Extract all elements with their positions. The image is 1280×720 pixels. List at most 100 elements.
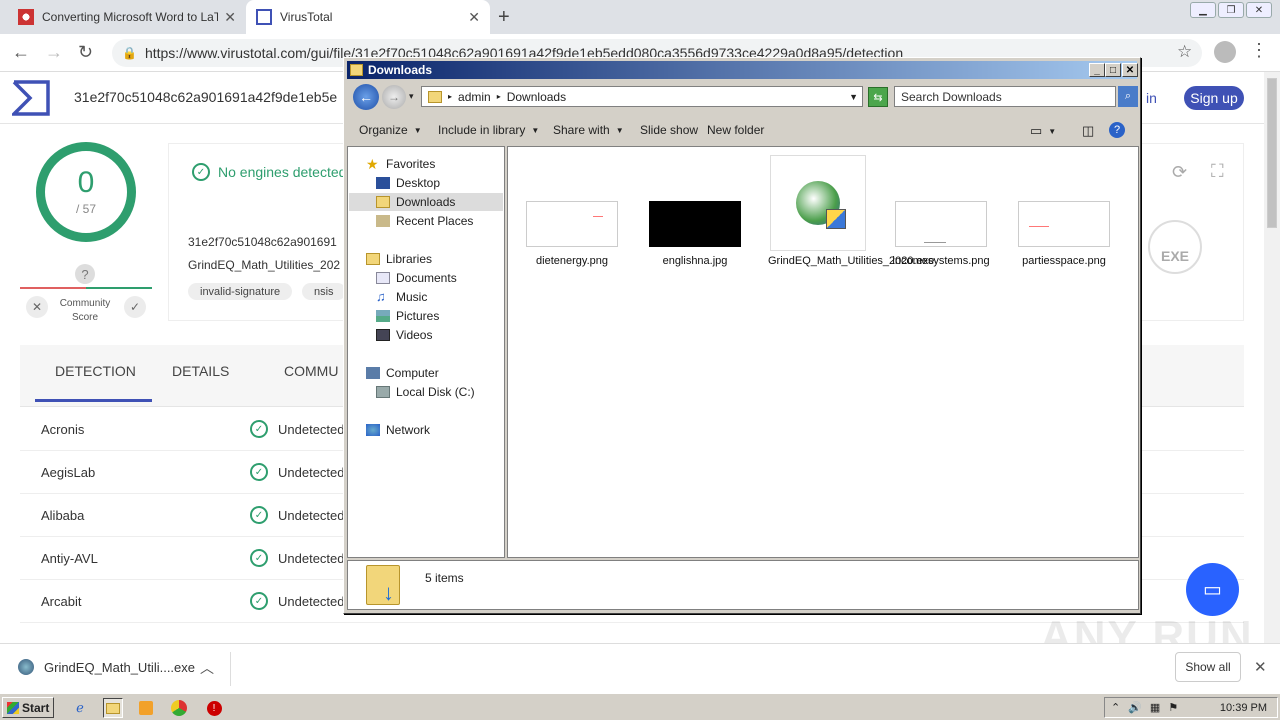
share-with-button[interactable]: Share with ▼ xyxy=(553,123,624,137)
sidebar-item-favorites[interactable]: ★ Favorites xyxy=(366,155,435,173)
page-scrollbar[interactable] xyxy=(1264,72,1280,643)
chevron-down-icon[interactable]: ▼ xyxy=(849,92,858,102)
tab-details[interactable]: DETAILS xyxy=(172,363,229,379)
chrome-icon[interactable] xyxy=(169,698,189,718)
file-item[interactable]: partiesspace.png xyxy=(1014,201,1114,267)
slide-show-button[interactable]: Slide show xyxy=(640,123,698,137)
breadcrumb-downloads[interactable]: Downloads xyxy=(507,90,566,104)
sidebar-item-network[interactable]: Network xyxy=(366,421,430,439)
chevron-right-icon[interactable]: ▸ xyxy=(448,92,452,101)
chevron-up-icon[interactable]: ︿ xyxy=(200,658,214,678)
help-icon[interactable]: ? xyxy=(1109,122,1125,138)
reanalyze-icon[interactable]: ⟳ xyxy=(1172,162,1187,183)
downloads-folder-icon xyxy=(376,196,390,208)
maximize-icon[interactable]: □ xyxy=(1105,63,1121,77)
search-hash[interactable]: 31e2f70c51048c62a901691a42f9de1eb5e xyxy=(74,89,337,105)
engine-name: AegisLab xyxy=(41,465,96,480)
new-tab-button[interactable]: + xyxy=(498,6,510,29)
sign-up-button[interactable]: Sign up xyxy=(1184,86,1244,110)
graph-icon[interactable]: ⛶ xyxy=(1211,161,1224,182)
sidebar-item-desktop[interactable]: Desktop xyxy=(376,174,440,192)
sidebar-item-videos[interactable]: Videos xyxy=(376,326,432,344)
nav-label: Pictures xyxy=(396,309,440,323)
file-item[interactable]: GrindEQ_Math_Utilities_2020.exe xyxy=(768,155,934,267)
menu-icon[interactable]: ⋮ xyxy=(1250,40,1268,61)
sidebar-item-documents[interactable]: Documents xyxy=(376,269,457,287)
virustotal-logo-icon[interactable] xyxy=(12,80,50,116)
vote-harmless-icon[interactable]: ✓ xyxy=(124,296,146,318)
breadcrumb[interactable]: ▸ admin ▸ Downloads ▼ xyxy=(421,86,863,107)
search-placeholder: Search Downloads xyxy=(901,89,1002,104)
tab-converting-word[interactable]: Converting Microsoft Word to LaTeX ✕ xyxy=(8,0,246,34)
minimize-icon[interactable]: _ xyxy=(1089,63,1105,77)
tray-expand-icon[interactable]: ⌃ xyxy=(1111,701,1120,714)
sidebar-item-downloads[interactable]: Downloads xyxy=(349,193,503,211)
engine-status: Undetected xyxy=(278,551,345,566)
close-icon[interactable]: ✕ xyxy=(1246,2,1272,18)
include-in-library-button[interactable]: Include in library ▼ xyxy=(438,123,539,137)
explorer-address-row: ← → ▾ ▸ admin ▸ Downloads ▼ ⇆ Search Dow… xyxy=(347,81,1139,113)
back-arrow-icon[interactable]: ← xyxy=(353,84,379,110)
new-folder-button[interactable]: New folder xyxy=(707,123,764,137)
view-icon[interactable]: ▭ ▼ xyxy=(1030,123,1056,139)
tab-community[interactable]: COMMU xyxy=(284,363,338,379)
tab-detection[interactable]: DETECTION xyxy=(55,363,136,379)
volume-icon[interactable]: 🔊 xyxy=(1128,701,1142,714)
close-icon[interactable]: ✕ xyxy=(1254,658,1267,676)
tag-invalid-signature[interactable]: invalid-signature xyxy=(188,283,293,300)
sidebar-item-pictures[interactable]: Pictures xyxy=(376,307,439,325)
stop-icon[interactable]: ! xyxy=(204,698,224,718)
active-tab-indicator xyxy=(35,399,152,402)
clock: 10:39 PM xyxy=(1219,701,1267,714)
check-circle-icon: ✓ xyxy=(250,549,268,567)
start-button[interactable]: Start xyxy=(2,697,54,718)
download-item[interactable]: GrindEQ_Math_Utili....exe xyxy=(18,659,195,675)
file-list: dietenergy.png englishna.jpg GrindEQ_Mat… xyxy=(507,146,1139,558)
history-dropdown-icon[interactable]: ▾ xyxy=(409,91,414,102)
internet-explorer-icon[interactable]: ℯ xyxy=(70,698,90,718)
media-player-icon[interactable] xyxy=(136,698,156,718)
profile-avatar[interactable] xyxy=(1214,41,1236,63)
chat-icon[interactable]: ▭ xyxy=(1186,563,1239,616)
file-item[interactable]: englishna.jpg xyxy=(645,201,745,267)
desktop-icon xyxy=(376,177,390,189)
scrollbar-thumb[interactable] xyxy=(1267,78,1277,228)
forward-arrow-icon[interactable]: → xyxy=(382,85,406,109)
breadcrumb-admin[interactable]: admin xyxy=(458,90,491,104)
tag-nsis[interactable]: nsis xyxy=(302,283,346,300)
sidebar-item-libraries[interactable]: Libraries xyxy=(366,250,432,268)
refresh-icon[interactable]: ⇆ xyxy=(868,87,888,107)
sidebar-item-local-disk[interactable]: Local Disk (C:) xyxy=(376,383,475,401)
close-icon[interactable]: ✕ xyxy=(224,9,236,26)
show-all-button[interactable]: Show all xyxy=(1175,652,1241,682)
search-input[interactable]: Search Downloads xyxy=(894,86,1116,107)
bookmark-star-icon[interactable]: ☆ xyxy=(1177,42,1192,62)
restore-icon[interactable]: ❐ xyxy=(1218,2,1244,18)
network-tray-icon[interactable]: ▦ xyxy=(1150,701,1160,714)
preview-pane-icon[interactable]: ◫ xyxy=(1082,123,1094,139)
back-arrow-icon[interactable]: ← xyxy=(12,42,30,63)
explorer-titlebar[interactable]: Downloads _ □ ✕ xyxy=(347,61,1138,79)
close-icon[interactable]: ✕ xyxy=(468,9,480,26)
explorer-taskbar-icon[interactable] xyxy=(103,698,123,718)
reload-icon[interactable]: ↻ xyxy=(78,42,93,63)
file-name: incomesystems.png xyxy=(892,255,990,267)
sidebar-item-recent-places[interactable]: Recent Places xyxy=(376,212,473,230)
file-item[interactable]: incomesystems.png xyxy=(891,201,991,267)
nav-label: Computer xyxy=(386,366,439,380)
organize-button[interactable]: Organize ▼ xyxy=(359,123,422,137)
sidebar-item-computer[interactable]: Computer xyxy=(366,364,439,382)
forward-arrow-icon[interactable]: → xyxy=(45,42,63,63)
sidebar-item-music[interactable]: ♫ Music xyxy=(376,288,427,306)
tab-virustotal[interactable]: VirusTotal ✕ xyxy=(246,0,490,34)
sign-in-link[interactable]: in xyxy=(1146,90,1157,106)
file-item[interactable]: dietenergy.png xyxy=(522,201,622,267)
chevron-down-icon: ▼ xyxy=(531,125,540,135)
chevron-right-icon[interactable]: ▸ xyxy=(497,92,501,101)
vote-harmful-icon[interactable]: ✕ xyxy=(26,296,48,318)
close-icon[interactable]: ✕ xyxy=(1122,63,1138,77)
flag-icon[interactable]: ⚑ xyxy=(1168,701,1178,714)
minimize-icon[interactable]: ▁ xyxy=(1190,2,1216,18)
search-icon[interactable]: ⌕ xyxy=(1118,86,1138,107)
virustotal-icon xyxy=(256,9,272,25)
